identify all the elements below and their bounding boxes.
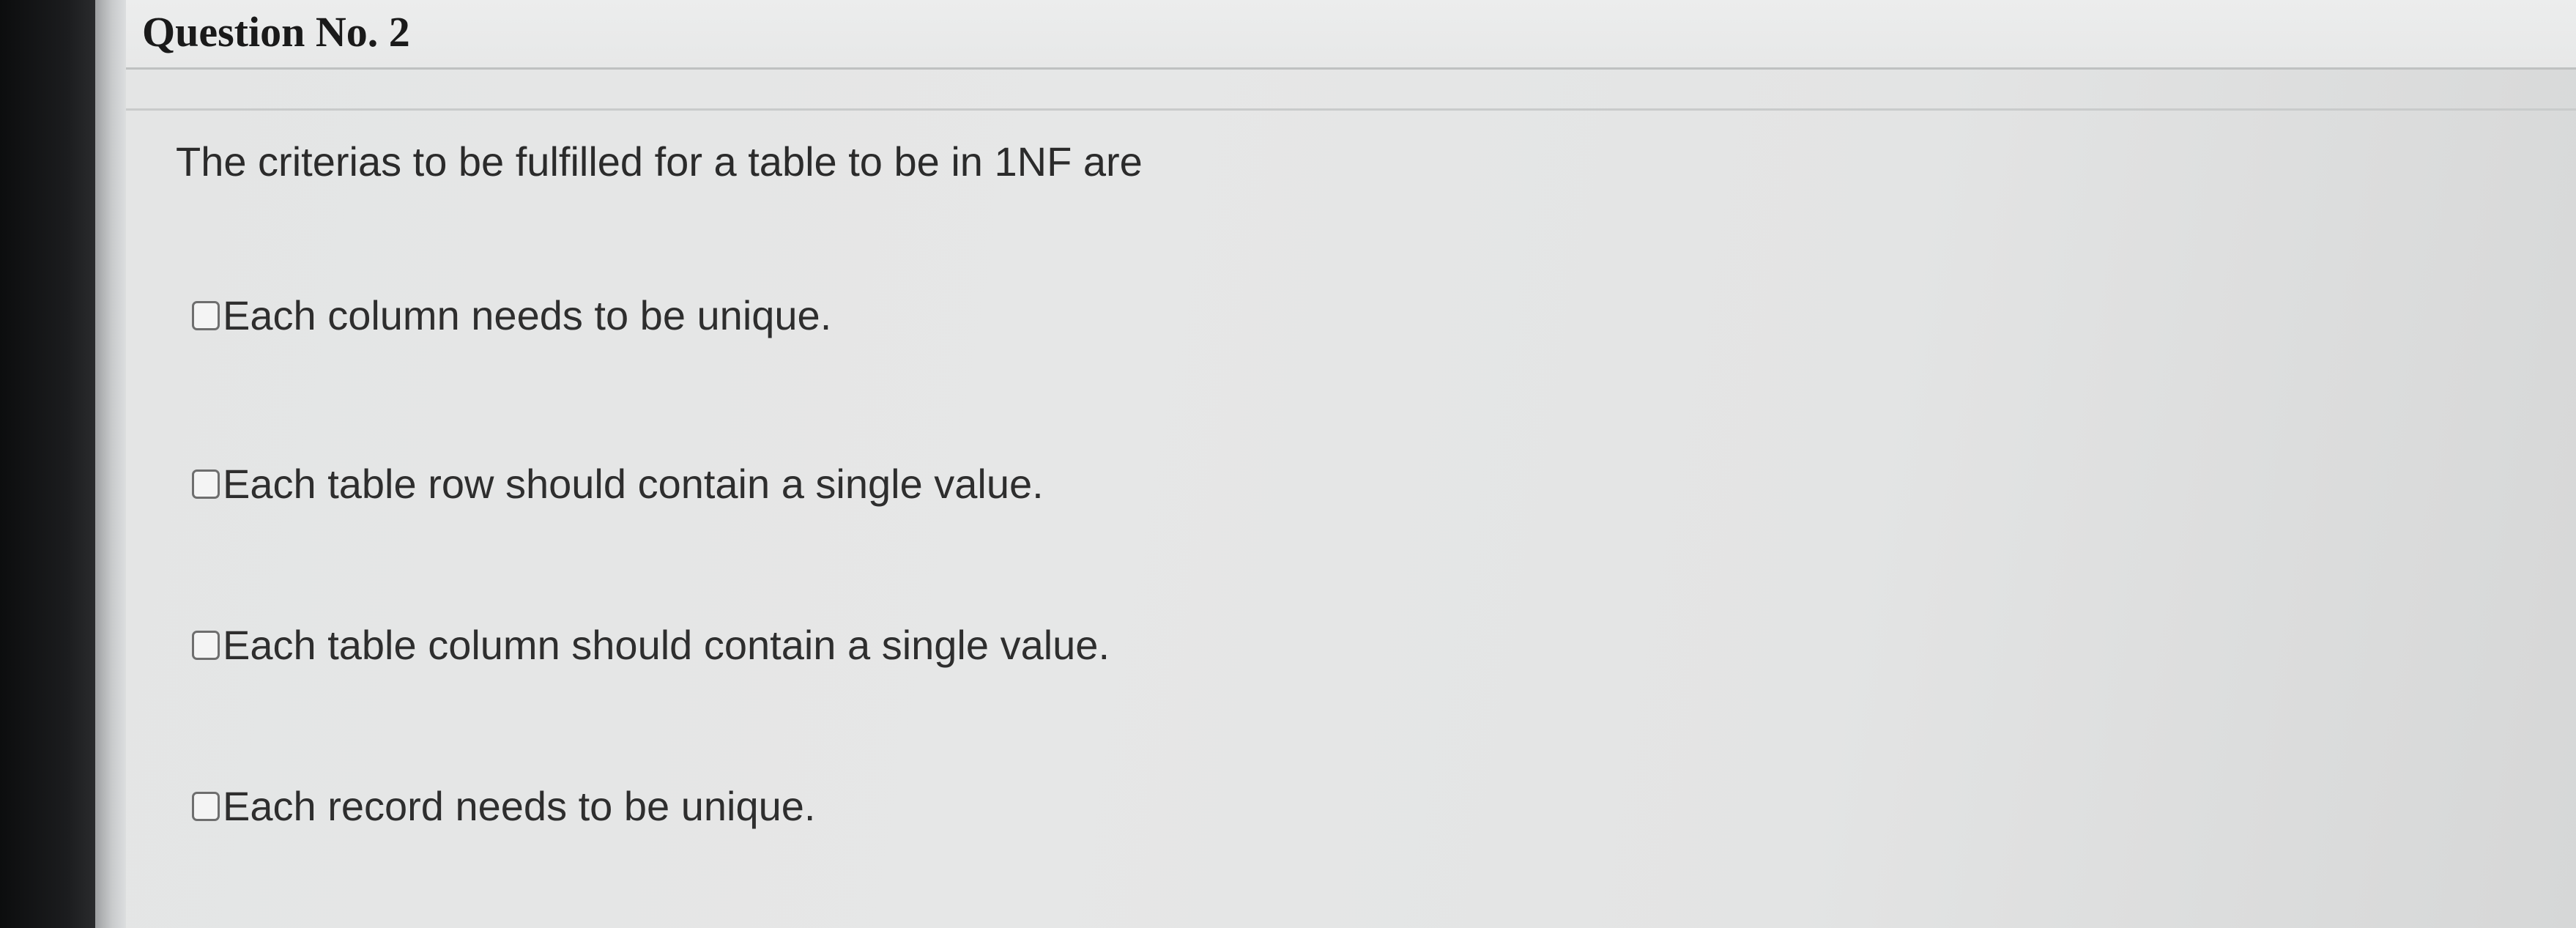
option-4-checkbox[interactable] bbox=[192, 791, 220, 821]
header-divider bbox=[126, 108, 2576, 111]
question-header: Question No. 2 bbox=[126, 0, 2576, 70]
option-4-label[interactable]: Each record needs to be unique. bbox=[223, 782, 815, 830]
option-2-label[interactable]: Each table row should contain a single v… bbox=[223, 460, 1044, 508]
question-text: The criterias to be fulfilled for a tabl… bbox=[176, 138, 1143, 185]
option-3-label[interactable]: Each table column should contain a singl… bbox=[223, 621, 1110, 669]
option-2[interactable]: Each table row should contain a single v… bbox=[192, 460, 1044, 508]
option-1-checkbox[interactable] bbox=[192, 300, 220, 330]
option-3-checkbox[interactable] bbox=[192, 630, 220, 660]
option-3[interactable]: Each table column should contain a singl… bbox=[192, 621, 1110, 669]
option-1[interactable]: Each column needs to be unique. bbox=[192, 292, 831, 339]
option-2-checkbox[interactable] bbox=[192, 469, 220, 499]
option-4[interactable]: Each record needs to be unique. bbox=[192, 782, 815, 830]
question-number-title: Question No. 2 bbox=[142, 8, 410, 56]
monitor-bezel bbox=[0, 0, 95, 928]
panel-edge bbox=[95, 0, 126, 928]
quiz-screen: Question No. 2 The criterias to be fulfi… bbox=[126, 0, 2576, 928]
option-1-label[interactable]: Each column needs to be unique. bbox=[223, 292, 831, 339]
